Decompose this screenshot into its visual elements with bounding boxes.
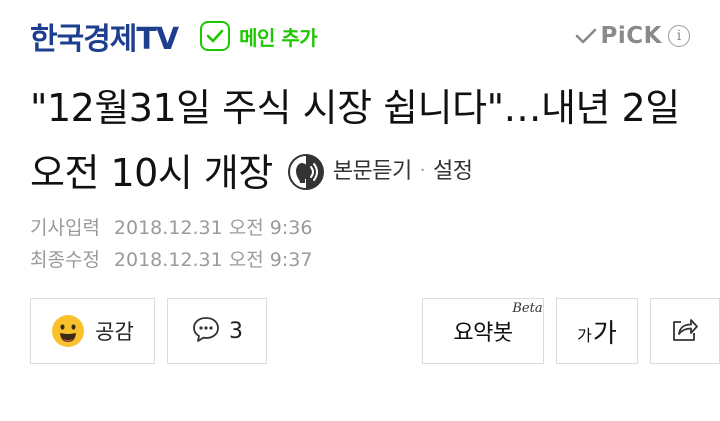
tts-separator: · bbox=[419, 160, 426, 182]
article-header-bar: 한국경제TV 메인 추가 PiCK i bbox=[30, 14, 690, 58]
tts-settings-button[interactable]: 설정 bbox=[433, 153, 473, 191]
tts-listen-button[interactable]: 본문듣기 bbox=[333, 153, 412, 191]
tts-face-icon[interactable] bbox=[287, 153, 325, 191]
article-dates: 기사입력 2018.12.31 오전 9:36 최종수정 2018.12.31 오전… bbox=[30, 212, 312, 276]
main-add-button[interactable]: 메인 추가 bbox=[200, 21, 318, 51]
comment-count: 3 bbox=[229, 318, 243, 344]
modified-label: 최종수정 bbox=[30, 249, 100, 271]
pick-badge: PiCK i bbox=[575, 23, 690, 49]
tts-controls: 본문듣기 · 설정 bbox=[287, 153, 473, 191]
beta-badge: Beta bbox=[512, 301, 543, 316]
font-size-button[interactable]: 가가 bbox=[556, 298, 638, 364]
font-small-glyph: 가 bbox=[577, 326, 592, 345]
empathy-button[interactable]: 공감 bbox=[30, 298, 155, 364]
smiley-face-icon bbox=[51, 314, 85, 348]
summary-bot-wrap: 요약봇 Beta bbox=[453, 301, 542, 347]
article-action-bar: 공감 3 요약봇 Beta 가가 bbox=[30, 298, 720, 364]
share-icon bbox=[670, 314, 700, 348]
main-add-label: 메인 추가 bbox=[239, 25, 318, 50]
empathy-label: 공감 bbox=[95, 320, 134, 344]
check-box-icon bbox=[200, 21, 231, 51]
summary-bot-button[interactable]: 요약봇 Beta bbox=[422, 298, 544, 364]
checkmark-icon bbox=[575, 27, 597, 45]
pick-label: PiCK bbox=[600, 23, 662, 49]
speech-bubble-icon bbox=[191, 314, 221, 348]
published-date-row: 기사입력 2018.12.31 오전 9:36 bbox=[30, 212, 312, 244]
info-circle-icon[interactable]: i bbox=[668, 25, 690, 47]
modified-date-row: 최종수정 2018.12.31 오전 9:37 bbox=[30, 244, 312, 276]
published-label: 기사입력 bbox=[30, 217, 100, 239]
comment-button[interactable]: 3 bbox=[167, 298, 267, 364]
font-large-glyph: 가 bbox=[592, 318, 617, 349]
summary-bot-label: 요약봇 bbox=[453, 321, 513, 346]
published-value: 2018.12.31 오전 9:36 bbox=[113, 217, 313, 239]
modified-value: 2018.12.31 오전 9:37 bbox=[113, 249, 313, 271]
share-button[interactable] bbox=[650, 298, 720, 364]
article-headline: "12월31일 주식 시장 쉽니다"…내년 2일 오전 10시 개장 본문듣기 ·… bbox=[30, 76, 690, 207]
press-logo[interactable]: 한국경제TV bbox=[30, 14, 179, 58]
